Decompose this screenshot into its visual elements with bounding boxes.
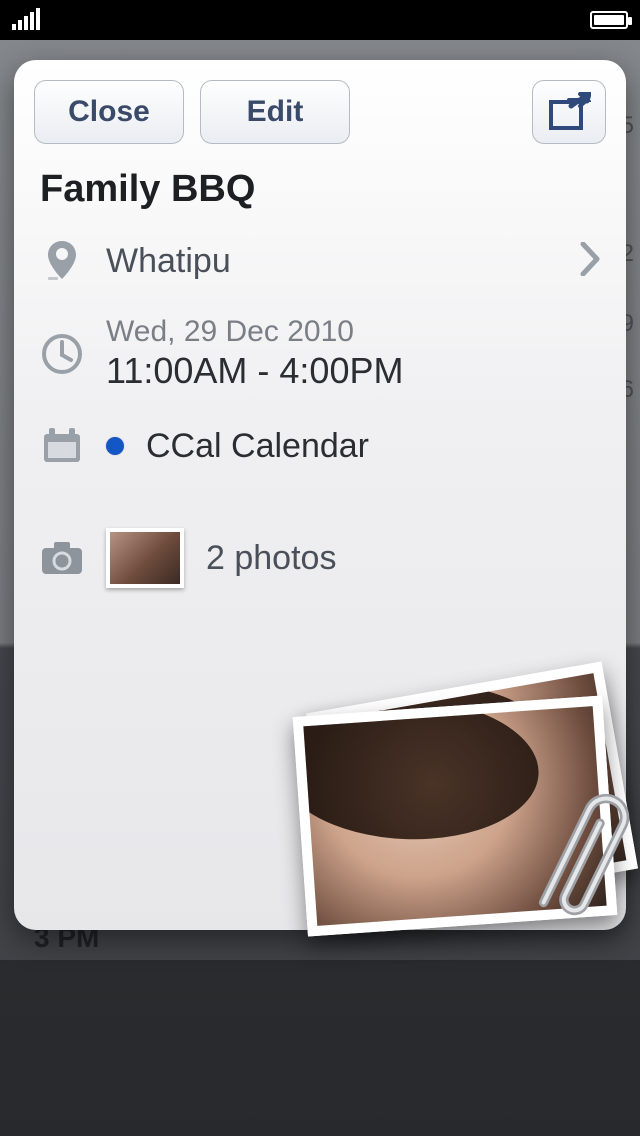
close-button[interactable]: Close (34, 80, 184, 144)
share-icon (547, 92, 591, 132)
map-pin-icon (40, 239, 84, 283)
edit-button[interactable]: Edit (200, 80, 350, 144)
calendar-icon (40, 424, 84, 468)
calendar-row[interactable]: CCal Calendar (34, 408, 606, 484)
event-detail-modal: Close Edit Family BBQ Whatipu Wed, 29 De… (14, 60, 626, 930)
calendar-name: CCal Calendar (146, 427, 369, 466)
photo-thumbnail (106, 528, 184, 588)
chevron-right-icon (580, 242, 600, 281)
photos-row[interactable]: 2 photos (34, 512, 606, 604)
datetime-row: Wed, 29 Dec 2010 11:00AM - 4:00PM (34, 299, 606, 408)
event-date: Wed, 29 Dec 2010 (106, 315, 403, 348)
calendar-color-dot (106, 437, 124, 455)
clock-icon (40, 332, 84, 376)
signal-icon (12, 10, 40, 30)
share-button[interactable] (532, 80, 606, 144)
battery-icon (590, 11, 628, 29)
event-location: Whatipu (106, 242, 231, 281)
camera-icon (40, 536, 84, 580)
location-row[interactable]: Whatipu (34, 223, 606, 299)
event-title: Family BBQ (40, 168, 600, 211)
modal-toolbar: Close Edit (34, 80, 606, 144)
event-time-range: 11:00AM - 4:00PM (106, 350, 403, 392)
photo-stack[interactable] (292, 680, 632, 940)
status-bar (0, 0, 640, 40)
photos-count: 2 photos (206, 539, 336, 578)
